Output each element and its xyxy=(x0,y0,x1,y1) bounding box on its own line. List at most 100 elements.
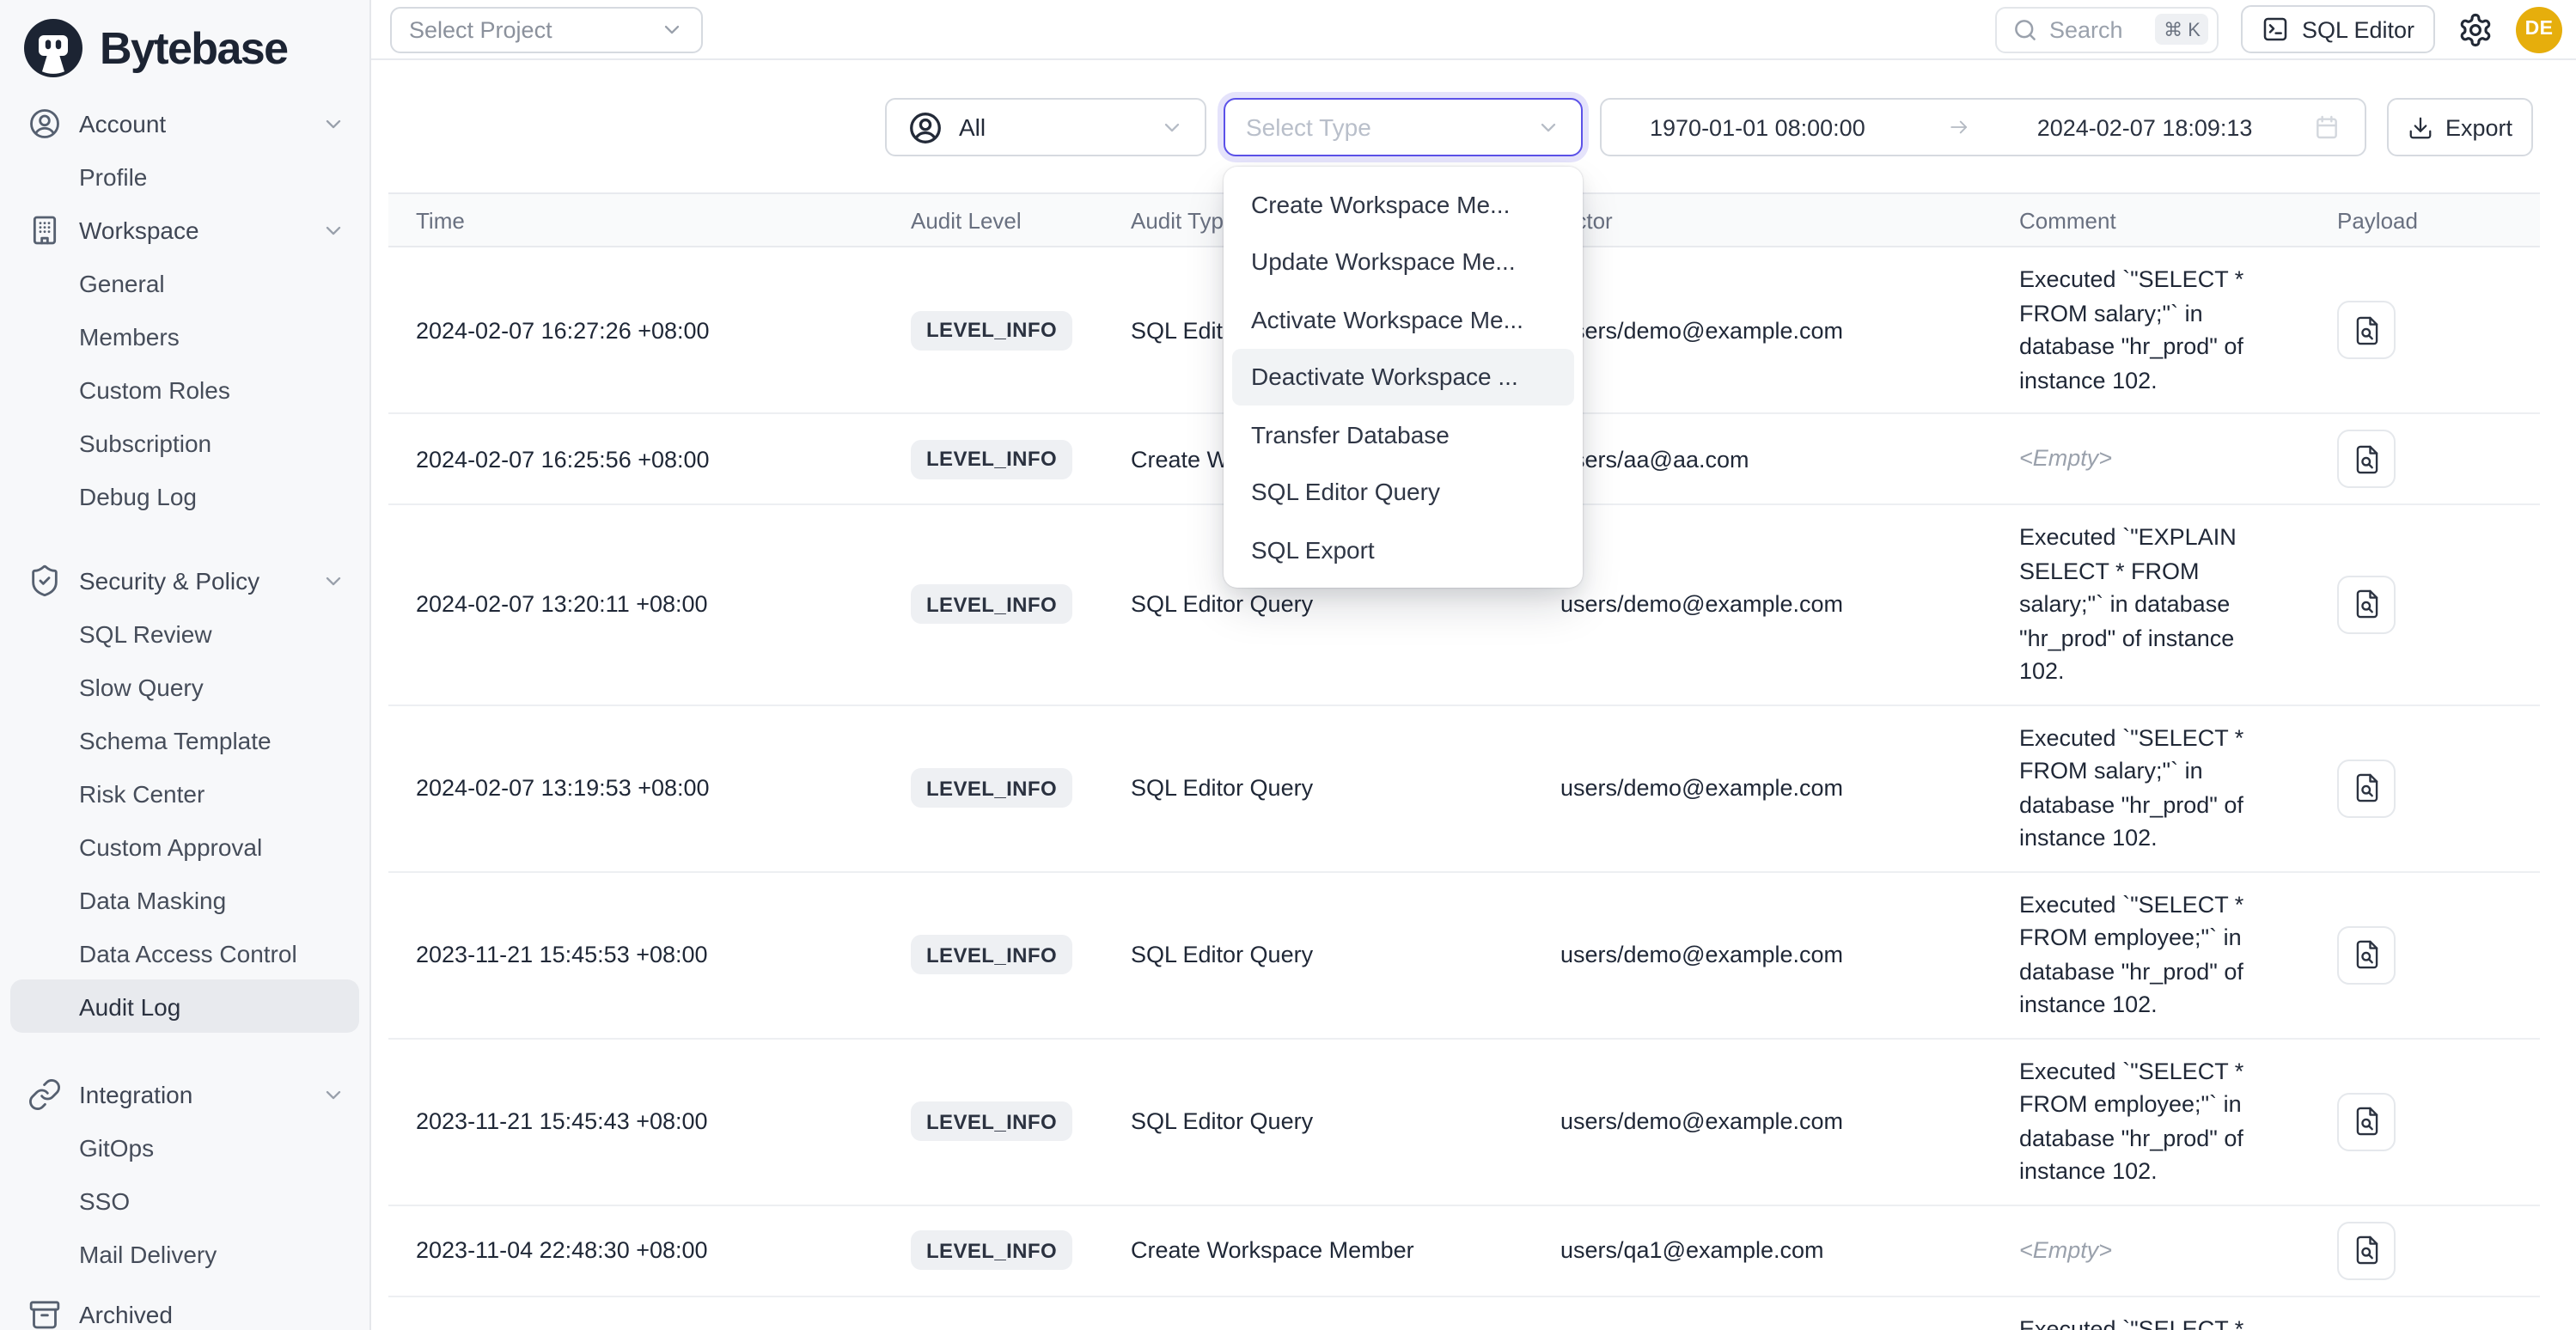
arrow-right-icon xyxy=(1948,115,1972,139)
project-select[interactable]: Select Project xyxy=(390,6,703,52)
bytebase-logo-icon xyxy=(22,17,84,79)
main-area: Select Project Search ⌘ K SQL Editor DE xyxy=(371,0,2576,1330)
cell-audit-level: LEVEL_INFO xyxy=(883,753,1103,823)
type-menu-item-transfer-database[interactable]: Transfer Database xyxy=(1232,406,1574,463)
payload-view-button[interactable] xyxy=(2337,301,2396,359)
type-menu-item-deactivate-workspace[interactable]: Deactivate Workspace ... xyxy=(1232,348,1574,406)
type-menu-item-sql-export[interactable]: SQL Export xyxy=(1232,521,1574,578)
sidebar-group-workspace: Workspace GeneralMembersCustom RolesSubsc… xyxy=(0,203,369,522)
sidebar-section-account[interactable]: Account xyxy=(0,96,369,149)
cell-time: 2023-11-21 15:45:43 +08:00 xyxy=(388,1093,883,1150)
sidebar-section-label: Integration xyxy=(79,1080,192,1107)
payload-view-button[interactable] xyxy=(2337,430,2396,488)
sidebar-section-archived[interactable]: Archived xyxy=(0,1287,369,1330)
sidebar-item-sql-review[interactable]: SQL Review xyxy=(0,607,369,660)
column-header-audit-level: Audit Level xyxy=(883,207,1103,233)
actor-filter-select[interactable]: All xyxy=(885,98,1206,156)
type-menu-item-sql-editor-query[interactable]: SQL Editor Query xyxy=(1232,463,1574,521)
sidebar-item-mail-delivery[interactable]: Mail Delivery xyxy=(0,1227,369,1280)
file-search-icon xyxy=(2350,772,2383,804)
payload-view-button[interactable] xyxy=(2337,925,2396,984)
payload-view-button[interactable] xyxy=(2337,759,2396,817)
avatar[interactable]: DE xyxy=(2516,6,2562,52)
payload-view-button[interactable] xyxy=(2337,576,2396,634)
chevron-down-icon xyxy=(660,17,684,41)
cell-time: 2023-11-21 15:45:53 +08:00 xyxy=(388,926,883,983)
audit-level-badge: LEVEL_INFO xyxy=(911,439,1072,479)
terminal-icon xyxy=(2262,15,2290,43)
settings-gear-icon[interactable] xyxy=(2457,11,2494,47)
file-search-icon xyxy=(2350,442,2383,475)
sidebar-item-data-masking[interactable]: Data Masking xyxy=(0,873,369,926)
sidebar-item-general[interactable]: General xyxy=(0,256,369,309)
cell-audit-level: LEVEL_INFO xyxy=(883,570,1103,640)
cell-time: 2024-02-07 13:20:11 +08:00 xyxy=(388,577,883,633)
sidebar-item-subscription[interactable]: Subscription xyxy=(0,416,369,469)
chevron-down-icon xyxy=(1160,115,1184,139)
type-filter-select[interactable]: Select Type xyxy=(1224,98,1583,156)
cell-time: 2023-11-04 22:48:30 +08:00 xyxy=(388,1222,883,1278)
sidebar-item-gitops[interactable]: GitOps xyxy=(0,1120,369,1174)
type-menu-item-activate-workspace-me[interactable]: Activate Workspace Me... xyxy=(1232,290,1574,348)
type-filter-placeholder: Select Type xyxy=(1246,113,1371,141)
type-menu-item-create-workspace-me[interactable]: Create Workspace Me... xyxy=(1232,175,1574,233)
sidebar-item-audit-log[interactable]: Audit Log xyxy=(10,979,359,1033)
table-row: 2023-11-21 15:45:43 +08:00LEVEL_INFOSQL … xyxy=(388,1039,2540,1205)
sidebar-section-workspace[interactable]: Workspace xyxy=(0,203,369,256)
sidebar-section-security-policy[interactable]: Security & Policy xyxy=(0,553,369,607)
topbar-right: Search ⌘ K SQL Editor DE xyxy=(1996,5,2562,53)
sidebar-item-custom-approval[interactable]: Custom Approval xyxy=(0,820,369,873)
file-search-icon xyxy=(2350,314,2383,346)
sidebar-item-schema-template[interactable]: Schema Template xyxy=(0,713,369,766)
project-select-value: Select Project xyxy=(409,16,552,42)
brand[interactable]: Bytebase xyxy=(0,0,369,96)
export-button[interactable]: Export xyxy=(2387,98,2533,156)
cell-audit-level: LEVEL_INFO xyxy=(883,919,1103,990)
cell-time: 2024-02-07 16:27:26 +08:00 xyxy=(388,302,883,358)
date-to-value: 2024-02-07 18:09:13 xyxy=(2037,114,2253,140)
date-range-picker[interactable]: 1970-01-01 08:00:00 2024-02-07 18:09:13 xyxy=(1600,98,2366,156)
download-icon xyxy=(2408,114,2433,140)
sidebar-nav: AccountProfileWorkspaceGeneralMembersCus… xyxy=(0,96,369,1330)
export-label: Export xyxy=(2445,114,2512,140)
cell-payload xyxy=(2310,1077,2542,1166)
sidebar-item-debug-log[interactable]: Debug Log xyxy=(0,469,369,522)
chevron-down-icon xyxy=(321,217,345,241)
sql-editor-label: SQL Editor xyxy=(2302,16,2414,42)
cell-payload xyxy=(2310,1205,2542,1295)
sidebar-item-profile[interactable]: Profile xyxy=(0,149,369,203)
sidebar-section-label: Account xyxy=(79,109,166,137)
audit-level-badge: LEVEL_INFO xyxy=(911,1101,1072,1141)
sidebar-section-label: Workspace xyxy=(79,216,199,243)
file-search-icon xyxy=(2350,589,2383,621)
cell-payload xyxy=(2310,743,2542,833)
sidebar-item-risk-center[interactable]: Risk Center xyxy=(0,766,369,820)
actor-filter-value: All xyxy=(959,113,986,141)
payload-view-button[interactable] xyxy=(2337,1221,2396,1279)
archive-icon xyxy=(27,1296,62,1330)
column-header-comment: Comment xyxy=(1992,207,2310,233)
payload-view-button[interactable] xyxy=(2337,1092,2396,1150)
empty-comment: <Empty> xyxy=(2019,446,2112,472)
link-icon xyxy=(27,1077,62,1111)
audit-level-badge: LEVEL_INFO xyxy=(911,1230,1072,1270)
sql-editor-button[interactable]: SQL Editor xyxy=(2242,5,2435,53)
sidebar-item-members[interactable]: Members xyxy=(0,309,369,363)
search-input[interactable]: Search ⌘ K xyxy=(1996,6,2219,52)
type-menu-item-update-workspace-me[interactable]: Update Workspace Me... xyxy=(1232,233,1574,290)
sidebar-item-custom-roles[interactable]: Custom Roles xyxy=(0,363,369,416)
cell-time: 2024-02-07 13:19:53 +08:00 xyxy=(388,760,883,816)
cell-comment: Executed `"SELECT * FROM employee;"` in … xyxy=(1992,1039,2310,1204)
cell-payload xyxy=(2310,285,2542,375)
table-row: 2023-11-04 21:26:34 +08:00LEVEL_INFOSQL … xyxy=(388,1296,2540,1330)
cell-comment: Executed `"SELECT * FROM salary;"` in da… xyxy=(1992,247,2310,412)
sidebar-section-integration[interactable]: Integration xyxy=(0,1067,369,1120)
cell-audit-level: LEVEL_INFO xyxy=(883,1086,1103,1156)
user-circle-icon xyxy=(27,106,62,140)
chevron-down-icon xyxy=(1536,115,1560,139)
sidebar-group-integration: Integration GitOpsSSOMail Delivery xyxy=(0,1067,369,1280)
sidebar-item-sso[interactable]: SSO xyxy=(0,1174,369,1227)
sidebar-item-data-access-control[interactable]: Data Access Control xyxy=(0,926,369,979)
audit-level-badge: LEVEL_INFO xyxy=(911,768,1072,808)
sidebar-item-slow-query[interactable]: Slow Query xyxy=(0,660,369,713)
